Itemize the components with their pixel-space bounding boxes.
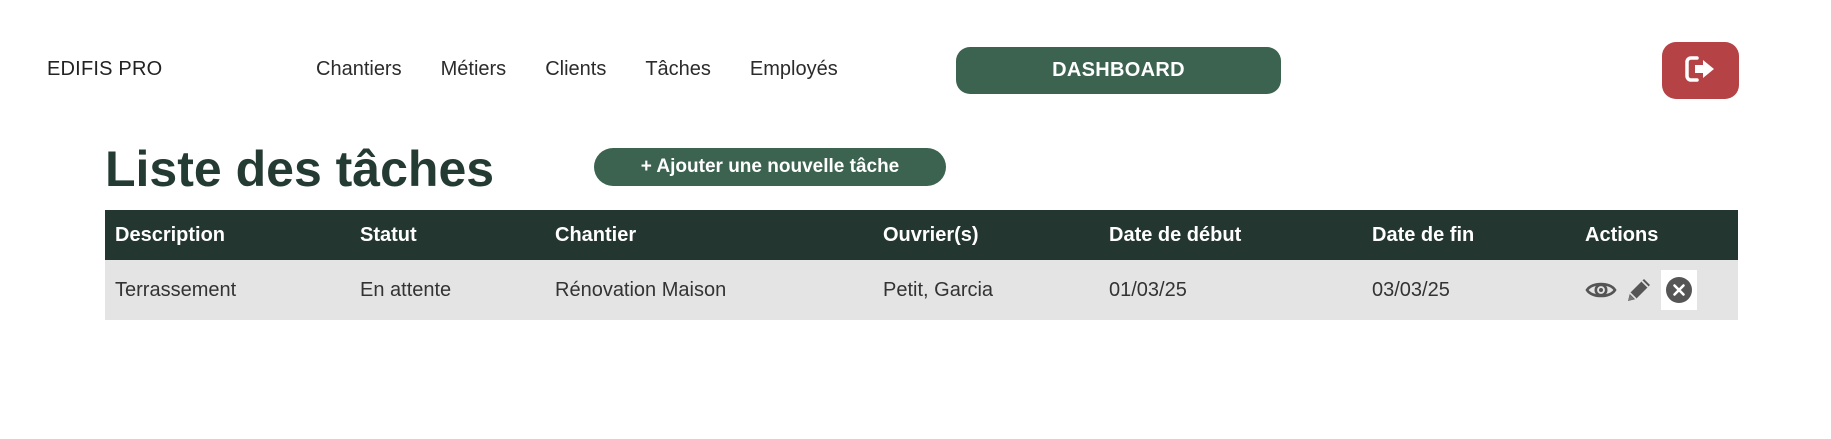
dashboard-button[interactable]: DASHBOARD (956, 47, 1281, 94)
cell-description: Terrassement (115, 278, 237, 301)
logout-button[interactable] (1662, 42, 1739, 99)
cell-ouvriers: Petit, Garcia (883, 278, 994, 301)
page-title: Liste des tâches (105, 141, 495, 197)
table-header-row: Description Statut Chantier Ouvrier(s) D… (105, 210, 1738, 260)
delete-icon[interactable] (1661, 270, 1697, 310)
tasks-table: Description Statut Chantier Ouvrier(s) D… (105, 210, 1738, 320)
edit-icon[interactable] (1623, 274, 1655, 306)
add-task-button[interactable]: + Ajouter une nouvelle tâche (594, 148, 946, 186)
header-actions: Actions (1585, 223, 1659, 246)
table-row: Terrassement En attente Rénovation Maiso… (105, 260, 1738, 320)
sign-out-icon (1684, 55, 1717, 86)
main-nav: Chantiers Métiers Clients Tâches Employé… (316, 58, 877, 81)
cell-actions (1575, 260, 1738, 320)
nav-chantiers[interactable]: Chantiers (316, 58, 402, 81)
brand-logo[interactable]: EDIFIS PRO (47, 58, 162, 81)
nav-taches[interactable]: Tâches (645, 58, 711, 81)
header-date-fin: Date de fin (1372, 223, 1475, 246)
header-description: Description (115, 223, 226, 246)
nav-metiers[interactable]: Métiers (441, 58, 507, 81)
header-date-debut: Date de début (1109, 223, 1242, 246)
cell-chantier: Rénovation Maison (555, 278, 727, 301)
cell-date-fin: 03/03/25 (1372, 278, 1450, 301)
cell-date-debut: 01/03/25 (1109, 278, 1187, 301)
header-statut: Statut (360, 223, 417, 246)
header-ouvriers: Ouvrier(s) (883, 223, 979, 246)
cell-statut: En attente (360, 278, 452, 301)
header-chantier: Chantier (555, 223, 637, 246)
view-icon[interactable] (1585, 274, 1617, 306)
nav-clients[interactable]: Clients (545, 58, 606, 81)
nav-employes[interactable]: Employés (750, 58, 838, 81)
